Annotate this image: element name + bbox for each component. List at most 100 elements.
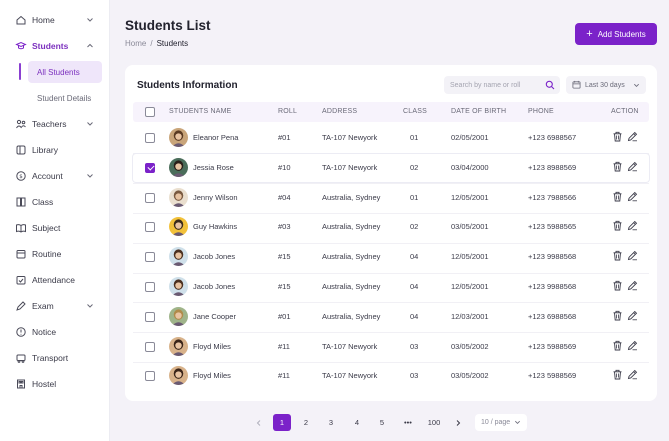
select-all-checkbox[interactable] — [145, 107, 155, 117]
table-row[interactable]: Jacob Jones #15 Australia, Sydney 04 12/… — [133, 243, 649, 271]
edit-icon[interactable] — [627, 369, 638, 380]
col-action: ACTION — [611, 108, 639, 115]
chevron-left-icon — [256, 419, 261, 426]
prev-page-button[interactable] — [252, 414, 266, 431]
student-phone: +123 6988567 — [528, 133, 577, 142]
table-row[interactable]: Eleanor Pena #01 TA-107 Newyork 01 02/05… — [133, 124, 649, 152]
student-roll: #15 — [278, 252, 291, 262]
trash-icon[interactable] — [612, 131, 623, 142]
add-students-button[interactable]: + Add Students — [575, 23, 657, 45]
trash-icon[interactable] — [612, 220, 623, 231]
student-name: Jenny Wilson — [193, 192, 238, 202]
row-checkbox[interactable] — [145, 341, 155, 352]
sidebar-item-library[interactable]: Library — [0, 139, 110, 161]
student-class: 01 — [410, 192, 419, 202]
table-row[interactable]: Jane Cooper #01 Australia, Sydney 04 12/… — [133, 303, 649, 331]
edit-icon[interactable] — [627, 131, 638, 142]
breadcrumb-home[interactable]: Home — [125, 39, 146, 48]
page-2[interactable]: 2 — [298, 414, 314, 431]
trash-icon[interactable] — [612, 369, 623, 380]
sidebar-item-label: Account — [32, 171, 63, 181]
routine-icon — [15, 248, 27, 260]
trash-icon[interactable] — [612, 191, 623, 202]
student-class: 03 — [410, 371, 419, 381]
sidebar-item-teachers[interactable]: Teachers — [0, 113, 110, 135]
trash-icon[interactable] — [612, 340, 623, 351]
account-icon: $ — [15, 170, 27, 182]
students-card: Students Information Search by name or r… — [125, 65, 657, 401]
sidebar-item-notice[interactable]: Notice — [0, 321, 110, 343]
sidebar-item-students[interactable]: Students — [0, 35, 110, 57]
pagination-ellipsis: ••• — [398, 414, 418, 431]
table-row[interactable]: Floyd Miles #11 TA-107 Newyork 03 03/05/… — [133, 362, 649, 390]
page-3[interactable]: 3 — [323, 414, 339, 431]
sidebar-item-hostel[interactable]: Hostel — [0, 373, 110, 395]
row-checkbox[interactable] — [145, 192, 155, 203]
sidebar-item-label: Attendance — [32, 275, 76, 285]
page-size-dropdown[interactable]: 10 / page — [475, 414, 527, 431]
row-checkbox[interactable] — [145, 311, 155, 322]
sidebar-item-home[interactable]: Home — [0, 9, 110, 31]
sidebar-item-class[interactable]: Class — [0, 191, 110, 213]
student-dob: 03/05/2002 — [451, 371, 489, 381]
calendar-icon — [572, 80, 581, 89]
row-checkbox[interactable] — [145, 252, 155, 263]
table-row[interactable]: Guy Hawkins #03 Australia, Sydney 02 03/… — [133, 213, 649, 241]
page-100[interactable]: 100 — [424, 414, 444, 431]
student-dob: 12/05/2001 — [451, 282, 489, 291]
student-name: Jacob Jones — [193, 282, 236, 291]
edit-icon[interactable] — [627, 161, 638, 172]
sidebar-item-exam[interactable]: Exam — [0, 295, 110, 317]
student-roll: #04 — [278, 192, 291, 202]
table-row[interactable]: Floyd Miles #11 TA-107 Newyork 03 03/05/… — [133, 333, 649, 361]
row-checkbox[interactable] — [145, 133, 155, 143]
row-checkbox[interactable] — [145, 282, 155, 292]
date-filter-dropdown[interactable]: Last 30 days — [566, 76, 646, 94]
date-filter-value: Last 30 days — [585, 81, 625, 89]
sidebar-item-account[interactable]: $ Account — [0, 165, 110, 187]
page-5[interactable]: 5 — [374, 414, 390, 431]
page-4[interactable]: 4 — [349, 414, 365, 431]
sidebar-item-subject[interactable]: Subject — [0, 217, 110, 239]
table-row[interactable]: Jenny Wilson #04 Australia, Sydney 01 12… — [133, 184, 649, 212]
sidebar-item-transport[interactable]: Transport — [0, 347, 110, 369]
row-checkbox[interactable] — [145, 371, 155, 382]
student-roll: #03 — [278, 222, 291, 232]
student-address: Australia, Sydney — [322, 222, 381, 232]
edit-icon[interactable] — [627, 250, 638, 261]
trash-icon[interactable] — [612, 280, 623, 291]
table-row[interactable]: Jacob Jones #15 Australia, Sydney 04 12/… — [133, 273, 649, 301]
page-1[interactable]: 1 — [273, 414, 291, 431]
trash-icon[interactable] — [612, 161, 623, 172]
edit-icon[interactable] — [627, 340, 638, 351]
notice-icon — [15, 326, 27, 338]
sidebar-item-attendance[interactable]: Attendance — [0, 269, 110, 291]
sidebar-item-routine[interactable]: Routine — [0, 243, 110, 265]
breadcrumb-current: Students — [156, 39, 189, 48]
student-roll: #11 — [278, 341, 290, 351]
chevron-down-icon — [87, 122, 93, 126]
row-checkbox[interactable] — [145, 222, 155, 233]
edit-icon[interactable] — [627, 191, 638, 202]
sidebar-subitem-student-details[interactable]: Student Details — [28, 87, 102, 109]
edit-icon[interactable] — [627, 310, 638, 321]
next-page-button[interactable] — [451, 414, 465, 431]
edit-icon[interactable] — [627, 220, 638, 231]
trash-icon[interactable] — [612, 250, 623, 261]
sidebar-item-label: Subject — [32, 223, 61, 233]
edit-icon[interactable] — [627, 280, 638, 291]
row-checkbox[interactable] — [145, 162, 155, 173]
sidebar-subitem-all-students[interactable]: All Students — [28, 61, 102, 83]
search-input[interactable]: Search by name or roll — [444, 76, 560, 94]
page-label: ••• — [404, 418, 412, 427]
library-icon — [15, 144, 27, 156]
student-dob: 03/04/2000 — [451, 162, 489, 172]
trash-icon[interactable] — [612, 310, 623, 321]
student-roll: #01 — [278, 311, 291, 321]
avatar — [169, 366, 188, 386]
teachers-icon — [15, 118, 27, 130]
card-title: Students Information — [137, 80, 238, 91]
student-address: TA-107 Newyork — [322, 341, 378, 351]
student-class: 03 — [410, 341, 419, 351]
table-row[interactable]: Jessia Rose #10 TA-107 Newyork 02 03/04/… — [133, 153, 649, 182]
